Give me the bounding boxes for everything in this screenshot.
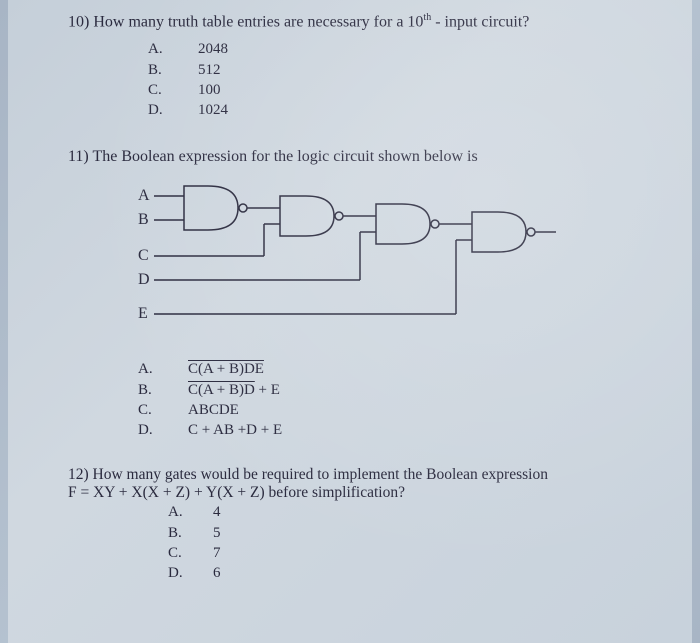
choice-letter: B. <box>148 60 198 80</box>
choice-value: 1024 <box>198 100 228 120</box>
q10-text-pre: How many truth table entries are necessa… <box>93 13 423 30</box>
q11-number: 11) <box>68 148 89 165</box>
input-c-label: C <box>138 247 149 264</box>
q10-number: 10) <box>68 13 89 30</box>
input-d-label: D <box>138 271 150 288</box>
q12-choice-a: A. 4 <box>168 502 652 522</box>
q10-choice-c: C. 100 <box>148 80 652 100</box>
q12-choice-c: C. 7 <box>168 543 652 563</box>
choice-letter: D. <box>148 100 198 120</box>
input-b-label: B <box>138 211 149 228</box>
choice-value: C + AB +D + E <box>188 420 282 440</box>
choice-letter: B. <box>138 380 188 400</box>
q12-number: 12) <box>68 466 89 483</box>
q11-choice-c: C. ABCDE <box>138 400 652 420</box>
input-e-label: E <box>138 305 148 322</box>
q10-choice-d: D. 1024 <box>148 100 652 120</box>
choice-value: ABCDE <box>188 400 239 420</box>
q12-line2: F = XY + X(X + Z) + Y(X + Z) before simp… <box>68 484 405 501</box>
q11-choice-a: A. C(A + B)DE <box>138 359 652 379</box>
choice-value: C(A + B)D + E <box>188 380 280 400</box>
q11-choice-b: B. C(A + B)D + E <box>138 380 652 400</box>
choice-value: 7 <box>213 543 221 563</box>
choice-letter: A. <box>138 359 188 379</box>
q12-line1: How many gates would be required to impl… <box>93 466 548 483</box>
worksheet-page: 10) How many truth table entries are nec… <box>8 0 692 643</box>
choice-letter: A. <box>148 39 198 59</box>
q12-choices: A. 4 B. 5 C. 7 D. 6 <box>168 502 652 583</box>
q11-choice-d: D. C + AB +D + E <box>138 420 652 440</box>
choice-value: C(A + B)DE <box>188 359 264 379</box>
choice-letter: D. <box>138 420 188 440</box>
choice-value: 5 <box>213 523 221 543</box>
choice-value: 2048 <box>198 39 228 59</box>
choice-letter: B. <box>168 523 213 543</box>
q12-choice-d: D. 6 <box>168 563 652 583</box>
choice-value: 6 <box>213 563 221 583</box>
q12-prompt: 12) How many gates would be required to … <box>68 466 652 502</box>
q10-choice-b: B. 512 <box>148 60 652 80</box>
logic-circuit-diagram: A B C D E <box>138 180 558 345</box>
q10-prompt: 10) How many truth table entries are nec… <box>68 12 652 31</box>
choice-letter: C. <box>168 543 213 563</box>
q11-prompt: 11) The Boolean expression for the logic… <box>68 148 652 166</box>
choice-letter: C. <box>148 80 198 100</box>
input-a-label: A <box>138 187 150 204</box>
q11-text: The Boolean expression for the logic cir… <box>92 148 477 165</box>
choice-value: 512 <box>198 60 221 80</box>
q12-choice-b: B. 5 <box>168 523 652 543</box>
q11-choices: A. C(A + B)DE B. C(A + B)D + E C. ABCDE … <box>138 359 652 440</box>
q10-text-post: - input circuit? <box>431 13 529 30</box>
choice-letter: D. <box>168 563 213 583</box>
choice-letter: C. <box>138 400 188 420</box>
q10-choice-a: A. 2048 <box>148 39 652 59</box>
choice-value: 4 <box>213 502 221 522</box>
choice-value: 100 <box>198 80 221 100</box>
choice-letter: A. <box>168 502 213 522</box>
q10-choices: A. 2048 B. 512 C. 100 D. 1024 <box>148 39 652 120</box>
